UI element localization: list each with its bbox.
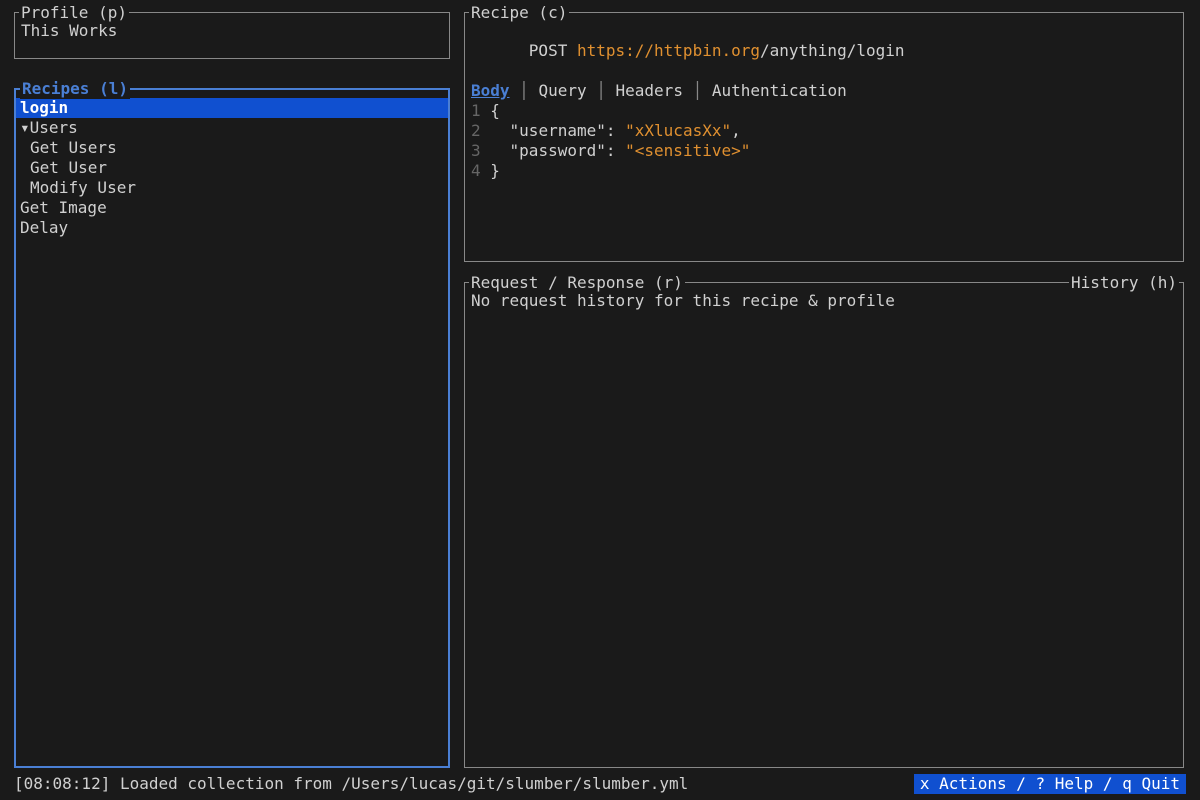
profile-value: This Works (21, 21, 117, 40)
tab-authentication[interactable]: Authentication (712, 81, 847, 100)
body-text: { (481, 101, 500, 120)
tab-query[interactable]: Query (538, 81, 586, 100)
profile-pane-title: Profile (p) (19, 3, 129, 23)
json-key: "password" (481, 141, 606, 160)
recipe-detail-title: Recipe (c) (469, 3, 569, 23)
recipe-detail-pane[interactable]: Recipe (c) POST https://httpbin.org/anyt… (464, 12, 1184, 262)
reqres-title: Request / Response (r) (469, 273, 685, 293)
tab-separator: │ (587, 81, 616, 100)
line-number: 2 (471, 121, 481, 140)
json-colon: : (606, 121, 625, 140)
json-comma: , (731, 121, 741, 140)
request-line: POST https://httpbin.org/anything/login (471, 21, 1177, 81)
recipe-item-get-user[interactable]: Get User (16, 158, 448, 178)
recipe-item-users[interactable]: ▾Users (16, 118, 448, 138)
recipe-tabs: Body │ Query │ Headers │ Authentication (471, 81, 1177, 101)
line-number: 4 (471, 161, 481, 180)
tab-separator: │ (683, 81, 712, 100)
line-number: 1 (471, 101, 481, 120)
url-path: /anything/login (760, 41, 905, 60)
body-content: 1 { 2 "username": "xXlucasXx", 3 "passwo… (471, 101, 1177, 181)
recipe-item-get-image[interactable]: Get Image (16, 198, 448, 218)
tab-body[interactable]: Body (471, 81, 510, 100)
recipe-item-modify-user[interactable]: Modify User (16, 178, 448, 198)
status-message: Loaded collection from /Users/lucas/git/… (120, 774, 688, 793)
history-title: History (h) (1069, 273, 1179, 293)
status-bar: [08:08:12] Loaded collection from /Users… (14, 774, 1186, 794)
recipe-item-delay[interactable]: Delay (16, 218, 448, 238)
json-value: "xXlucasXx" (625, 121, 731, 140)
http-method: POST (529, 41, 568, 60)
recipe-item-login[interactable]: login (16, 98, 448, 118)
json-value: "<sensitive>" (625, 141, 750, 160)
tab-headers[interactable]: Headers (616, 81, 683, 100)
recipes-list: login▾UsersGet UsersGet UserModify UserG… (16, 90, 448, 238)
json-key: "username" (481, 121, 606, 140)
empty-history-message: No request history for this recipe & pro… (471, 291, 895, 310)
line-number: 3 (471, 141, 481, 160)
url-host: https://httpbin.org (577, 41, 760, 60)
recipes-pane[interactable]: Recipes (l) login▾UsersGet UsersGet User… (14, 88, 450, 768)
tab-separator: │ (510, 81, 539, 100)
json-colon: : (606, 141, 625, 160)
status-timestamp: [08:08:12] (14, 774, 110, 793)
body-text: } (481, 161, 500, 180)
recipe-item-get-users[interactable]: Get Users (16, 138, 448, 158)
status-actions[interactable]: x Actions / ? Help / q Quit (914, 774, 1186, 794)
request-response-pane[interactable]: Request / Response (r) History (h) No re… (464, 282, 1184, 768)
profile-pane[interactable]: Profile (p) This Works (14, 12, 450, 59)
recipes-pane-title: Recipes (l) (20, 79, 130, 99)
